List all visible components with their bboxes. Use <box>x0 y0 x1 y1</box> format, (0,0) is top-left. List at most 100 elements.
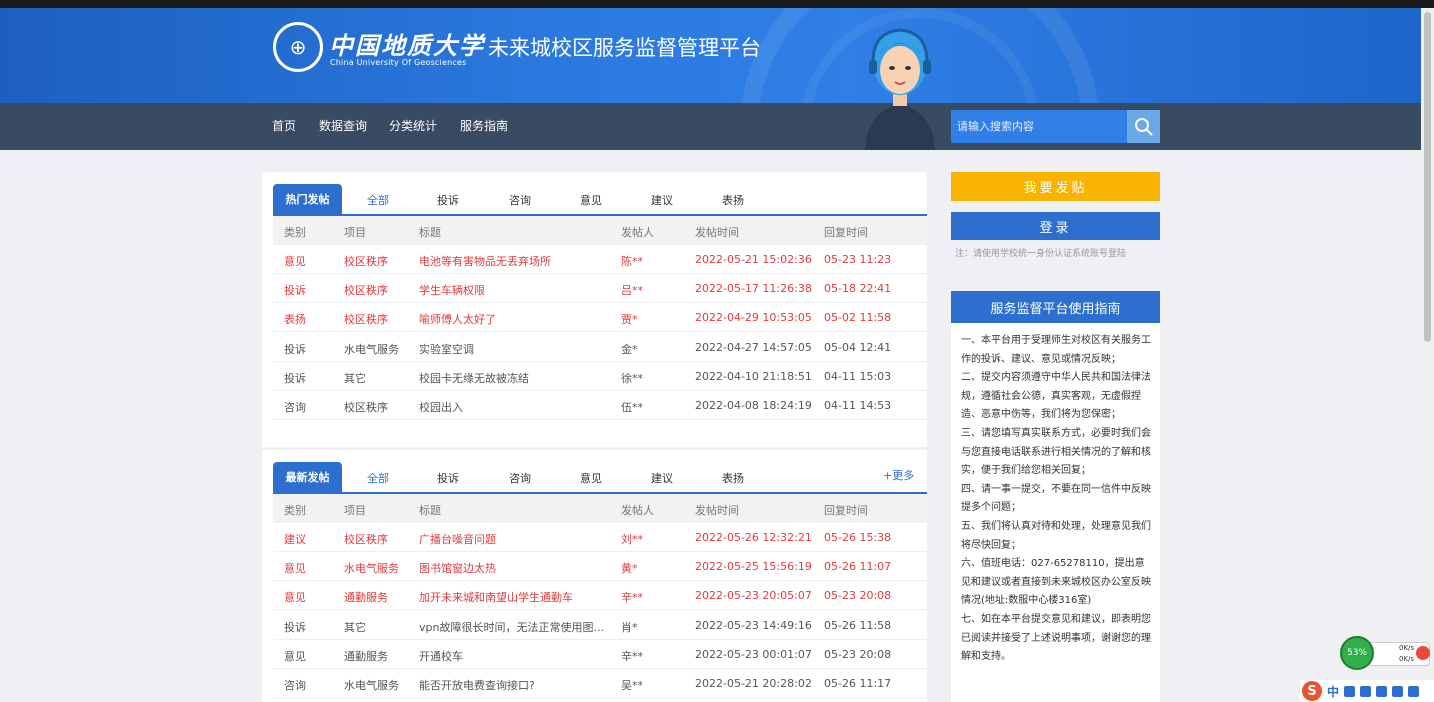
row-project: 通勤服务 <box>344 649 388 663</box>
nav-home[interactable]: 首页 <box>272 117 296 134</box>
table-row[interactable]: 投诉 其它 vpn故障很长时间，无法正常使用图... 肖* 2022-05-23 14:… <box>273 611 927 640</box>
scrollbar-thumb[interactable] <box>1424 12 1431 342</box>
table-row[interactable]: 意见 通勤服务 开通校车 辛** 2022-05-23 00:01:07 05-23 20… <box>273 640 927 669</box>
row-title[interactable]: 图书馆窗边太热 <box>419 560 609 576</box>
ime-mic-icon[interactable] <box>1360 685 1372 697</box>
row-project: 其它 <box>344 620 366 634</box>
row-post-time: 2022-04-10 21:18:51 <box>695 369 812 383</box>
tab-new-posts[interactable]: 最新发帖 <box>273 462 342 492</box>
logo-english: China University Of Geosciences <box>330 58 467 67</box>
row-project: 校区秩序 <box>344 255 388 268</box>
row-reply-time: 04-11 14:53 <box>824 399 892 412</box>
tab-consult[interactable]: 咨询 <box>509 192 531 208</box>
tab-complaint[interactable]: 投诉 <box>437 470 459 486</box>
row-post-time: 2022-05-23 00:01:07 <box>695 647 812 661</box>
nav-service-guide[interactable]: 服务指南 <box>460 117 508 134</box>
table-header: 类别 项目 标题 发帖人 发帖时间 回复时间 <box>273 216 927 245</box>
row-title[interactable]: 校园卡无缘无故被冻结 <box>419 370 609 386</box>
nav-bar <box>0 103 1421 150</box>
hot-posts-panel: 热门发帖 全部 投诉 咨询 意见 建议 表扬 类别 项目 标题 发帖人 发帖时间… <box>262 172 927 447</box>
row-author: 肖* <box>621 620 638 634</box>
tab-all[interactable]: 全部 <box>367 470 389 486</box>
ime-skin-icon[interactable] <box>1392 685 1404 697</box>
row-author: 伍** <box>621 401 643 414</box>
row-title[interactable]: 校园出入 <box>419 399 609 415</box>
row-title[interactable]: 开通校车 <box>419 648 609 664</box>
row-post-time: 2022-05-21 20:28:02 <box>695 677 812 690</box>
row-project: 校区秩序 <box>344 284 388 298</box>
row-reply-time: 04-11 15:03 <box>824 369 892 383</box>
row-author: 吴** <box>621 679 643 692</box>
row-post-time: 2022-04-29 10:53:05 <box>695 311 812 325</box>
row-title[interactable]: 广播台噪音问题 <box>419 531 609 547</box>
new-post-button[interactable]: 我要发贴 <box>951 172 1160 201</box>
row-title[interactable]: vpn故障很长时间，无法正常使用图... <box>419 619 609 635</box>
tab-opinion[interactable]: 意见 <box>580 470 602 486</box>
guide-item: 六、值班电话：027-65278110，提出意见和建议或者直接到未来城校区办公室… <box>961 558 1151 607</box>
row-post-time: 2022-05-23 14:49:16 <box>695 618 812 632</box>
more-link[interactable]: +更多 <box>883 467 914 483</box>
table-row[interactable]: 投诉 校区秩序 学生车辆权限 吕** 2022-05-17 11:26:38 05-18 … <box>273 274 927 304</box>
network-speed-widget[interactable]: 0K/s 0K/s 53% <box>1340 636 1434 672</box>
nav-category-stats[interactable]: 分类统计 <box>389 117 437 134</box>
tab-praise[interactable]: 表扬 <box>722 192 744 208</box>
table-row[interactable]: 投诉 水电气服务 实验室空调 金* 2022-04-27 14:57:05 05-04 1… <box>273 333 927 362</box>
ime-language[interactable]: 中 <box>1327 683 1339 700</box>
row-reply-time: 05-04 12:41 <box>824 340 892 354</box>
row-post-time: 2022-05-17 11:26:38 <box>695 282 812 296</box>
ime-toolbox-icon[interactable] <box>1408 685 1420 697</box>
tab-praise[interactable]: 表扬 <box>722 470 744 486</box>
row-reply-time: 05-26 11:07 <box>824 560 892 574</box>
ime-toolbar[interactable]: S 中 <box>1300 680 1434 702</box>
table-row[interactable]: 投诉 其它 校园卡无缘无故被冻结 徐** 2022-04-10 21:18:51 04-1… <box>273 362 927 391</box>
row-type: 建议 <box>284 533 306 546</box>
guide-item: 七、如在本平台提交意见和建议，即表明您已阅读并接受了上述说明事项，谢谢您的理解和… <box>961 613 1151 663</box>
row-project: 通勤服务 <box>344 591 388 605</box>
col-post-time: 发帖时间 <box>695 226 739 239</box>
table-row[interactable]: 表扬 校区秩序 喻师傅人太好了 贾* 2022-04-29 10:53:05 05-02 … <box>273 303 927 333</box>
hot-posts-tabs: 热门发帖 全部 投诉 咨询 意见 建议 表扬 <box>273 184 927 216</box>
table-row[interactable]: 意见 通勤服务 加开未来城和南望山学生通勤车 辛** 2022-05-23 20:05:… <box>273 581 927 611</box>
table-row[interactable]: 建议 校区秩序 广播台噪音问题 刘** 2022-05-26 12:32:21 05-26… <box>273 523 927 552</box>
row-title[interactable]: 喻师傅人太好了 <box>419 311 609 327</box>
search-button[interactable] <box>1127 110 1160 143</box>
row-reply-time: 05-26 15:38 <box>824 531 892 544</box>
row-author: 金* <box>621 342 638 356</box>
table-row[interactable]: 咨询 水电气服务 能否开放电费查询接口? 吴** 2022-05-21 20:28:02… <box>273 669 927 698</box>
search-input[interactable] <box>951 110 1127 143</box>
logo-chinese: 中国地质大学 <box>329 31 485 60</box>
nav-data-query[interactable]: 数据查询 <box>319 117 367 134</box>
customer-service-avatar-icon <box>865 28 935 150</box>
ime-keyboard-icon[interactable] <box>1376 685 1388 697</box>
table-row[interactable]: 意见 校区秩序 电池等有害物品无丢弃场所 陈** 2022-05-21 15:02:36… <box>273 245 927 274</box>
tab-complaint[interactable]: 投诉 <box>437 192 459 208</box>
row-post-time: 2022-05-25 15:56:19 <box>695 560 812 574</box>
table-row[interactable]: 意见 水电气服务 图书馆窗边太热 黄* 2022-05-25 15:56:19 05-26… <box>273 552 927 582</box>
tab-suggestion[interactable]: 建议 <box>651 470 673 486</box>
row-post-time: 2022-05-23 20:05:07 <box>695 589 812 603</box>
guide-body: 一、本平台用于受理师生对校区有关服务工作的投诉、建议、意见或情况反映； 二、提交内… <box>951 323 1160 667</box>
tab-all[interactable]: 全部 <box>367 192 389 208</box>
row-reply-time: 05-23 20:08 <box>824 647 892 661</box>
col-reply-time: 回复时间 <box>824 226 868 239</box>
tab-opinion[interactable]: 意见 <box>580 192 602 208</box>
tab-consult[interactable]: 咨询 <box>509 470 531 486</box>
ime-punctuation-icon[interactable] <box>1344 685 1356 697</box>
tab-suggestion[interactable]: 建议 <box>651 192 673 208</box>
row-author: 贾* <box>621 313 638 327</box>
row-title[interactable]: 学生车辆权限 <box>419 282 609 298</box>
login-button[interactable]: 登录 <box>951 212 1160 240</box>
row-project: 校区秩序 <box>344 401 388 414</box>
tab-hot-posts[interactable]: 热门发帖 <box>273 184 342 214</box>
guide-item: 五、我们将认真对待和处理，处理意见我们将尽快回复； <box>961 520 1151 551</box>
row-title[interactable]: 实验室空调 <box>419 341 609 357</box>
row-title[interactable]: 电池等有害物品无丢弃场所 <box>419 253 609 269</box>
top-strip <box>0 0 1434 8</box>
table-row[interactable]: 咨询 校区秩序 校园出入 伍** 2022-04-08 18:24:19 04-11 14… <box>273 391 927 420</box>
row-project: 校区秩序 <box>344 313 388 327</box>
row-title[interactable]: 能否开放电费查询接口? <box>419 677 609 693</box>
row-title[interactable]: 加开未来城和南望山学生通勤车 <box>419 589 609 605</box>
col-title: 标题 <box>419 226 441 239</box>
row-type: 咨询 <box>284 679 306 692</box>
col-title: 标题 <box>419 504 441 517</box>
